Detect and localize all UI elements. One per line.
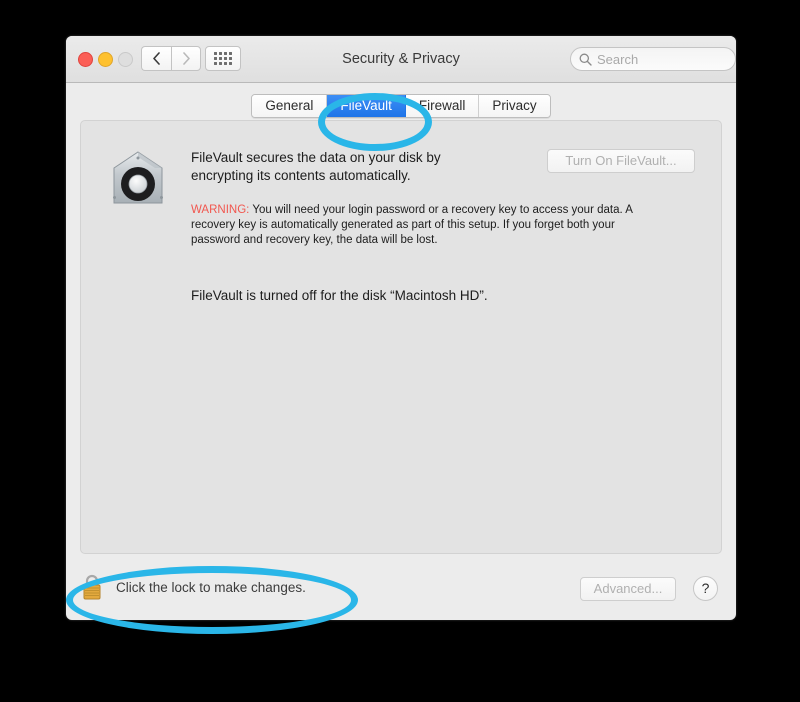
show-all-button[interactable]: [205, 46, 241, 71]
tab-firewall[interactable]: Firewall: [405, 95, 480, 117]
filevault-status: FileVault is turned off for the disk “Ma…: [191, 288, 488, 303]
lock-message: Click the lock to make changes.: [116, 579, 306, 595]
filevault-content-panel: FileVault secures the data on your disk …: [80, 120, 722, 554]
filevault-text-column: FileVault secures the data on your disk …: [191, 149, 632, 303]
filevault-safe-icon: [113, 151, 163, 204]
tab-privacy[interactable]: Privacy: [479, 95, 550, 117]
close-button[interactable]: [78, 52, 93, 67]
search-icon: [579, 53, 592, 66]
warning-body: You will need your login password or a r…: [191, 204, 633, 246]
search-field[interactable]: [570, 47, 736, 71]
filevault-description: FileVault secures the data on your disk …: [191, 150, 441, 183]
advanced-button[interactable]: Advanced...: [580, 577, 676, 601]
zoom-button: [118, 52, 133, 67]
grid-dots-icon: [214, 52, 232, 65]
filevault-warning: WARNING: You will need your login passwo…: [191, 203, 656, 248]
minimize-button[interactable]: [98, 52, 113, 67]
tab-general[interactable]: General: [252, 95, 328, 117]
padlock-closed-icon[interactable]: [80, 572, 104, 602]
warning-label: WARNING:: [191, 204, 250, 216]
window-titlebar: Security & Privacy: [66, 36, 736, 83]
chevron-right-icon: [182, 52, 190, 65]
help-button[interactable]: ?: [693, 576, 718, 601]
forward-button: [171, 46, 201, 71]
tab-filevault[interactable]: FileVault: [327, 95, 406, 117]
lock-row[interactable]: Click the lock to make changes.: [80, 572, 306, 602]
security-privacy-window: Security & Privacy General FileVault Fir…: [66, 36, 736, 620]
tab-bar: General FileVault Firewall Privacy: [66, 94, 736, 118]
turn-on-filevault-button[interactable]: Turn On FileVault...: [547, 149, 695, 173]
back-button[interactable]: [141, 46, 171, 71]
chevron-left-icon: [153, 52, 160, 65]
search-input[interactable]: [597, 51, 717, 67]
